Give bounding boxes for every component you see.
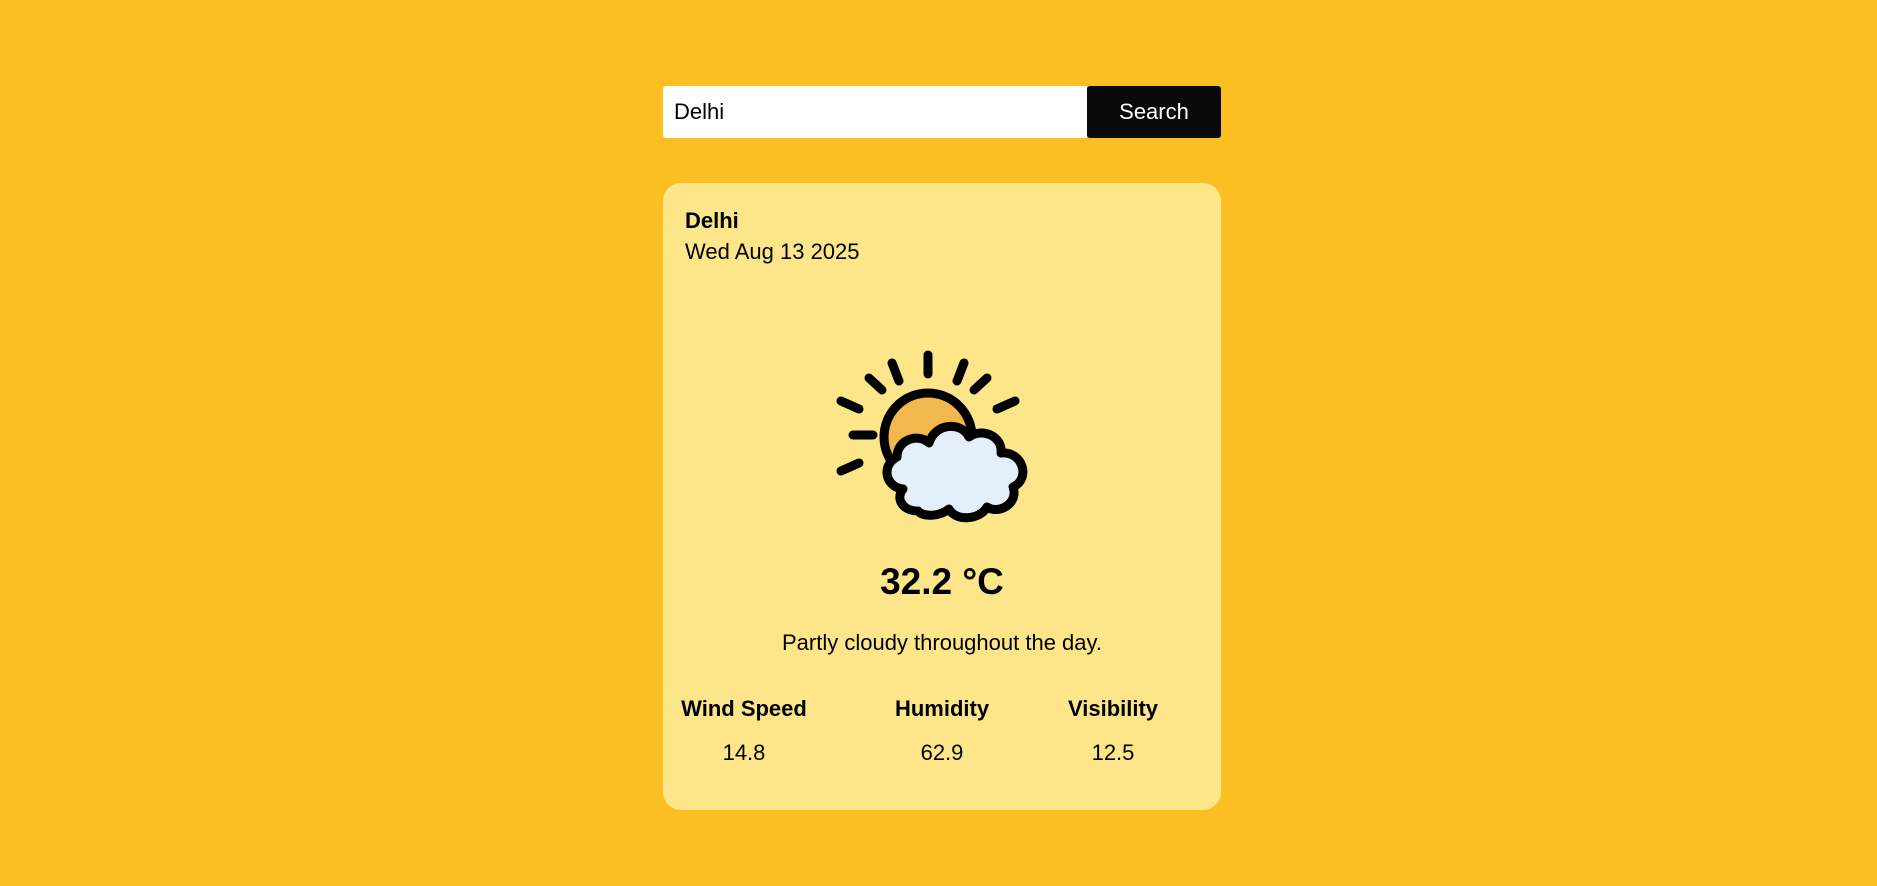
stat-humidity: Humidity 62.9: [852, 696, 1032, 766]
search-button[interactable]: Search: [1087, 86, 1221, 138]
stat-visibility: Visibility 12.5: [1023, 696, 1203, 766]
temperature: 32.2 °C: [880, 561, 1004, 602]
date-text: Wed Aug 13 2025: [685, 239, 860, 264]
search-bar: Search: [663, 86, 1221, 138]
partly-cloudy-icon: [836, 350, 1028, 523]
weather-card: Delhi Wed Aug 13 2025 32.2 °C Partly clo…: [663, 183, 1221, 810]
stat-wind-speed: Wind Speed 14.8: [654, 696, 834, 766]
stat-label: Visibility: [1067, 696, 1159, 721]
search-input[interactable]: [663, 86, 1087, 138]
stat-label: Wind Speed: [681, 696, 807, 721]
stat-label: Humidity: [894, 696, 990, 721]
stat-value: 62.9: [920, 740, 964, 765]
stat-value: 12.5: [1091, 740, 1135, 765]
stat-value: 14.8: [722, 740, 766, 765]
weather-description: Partly cloudy throughout the day.: [781, 630, 1102, 655]
city-name: Delhi: [685, 208, 739, 233]
